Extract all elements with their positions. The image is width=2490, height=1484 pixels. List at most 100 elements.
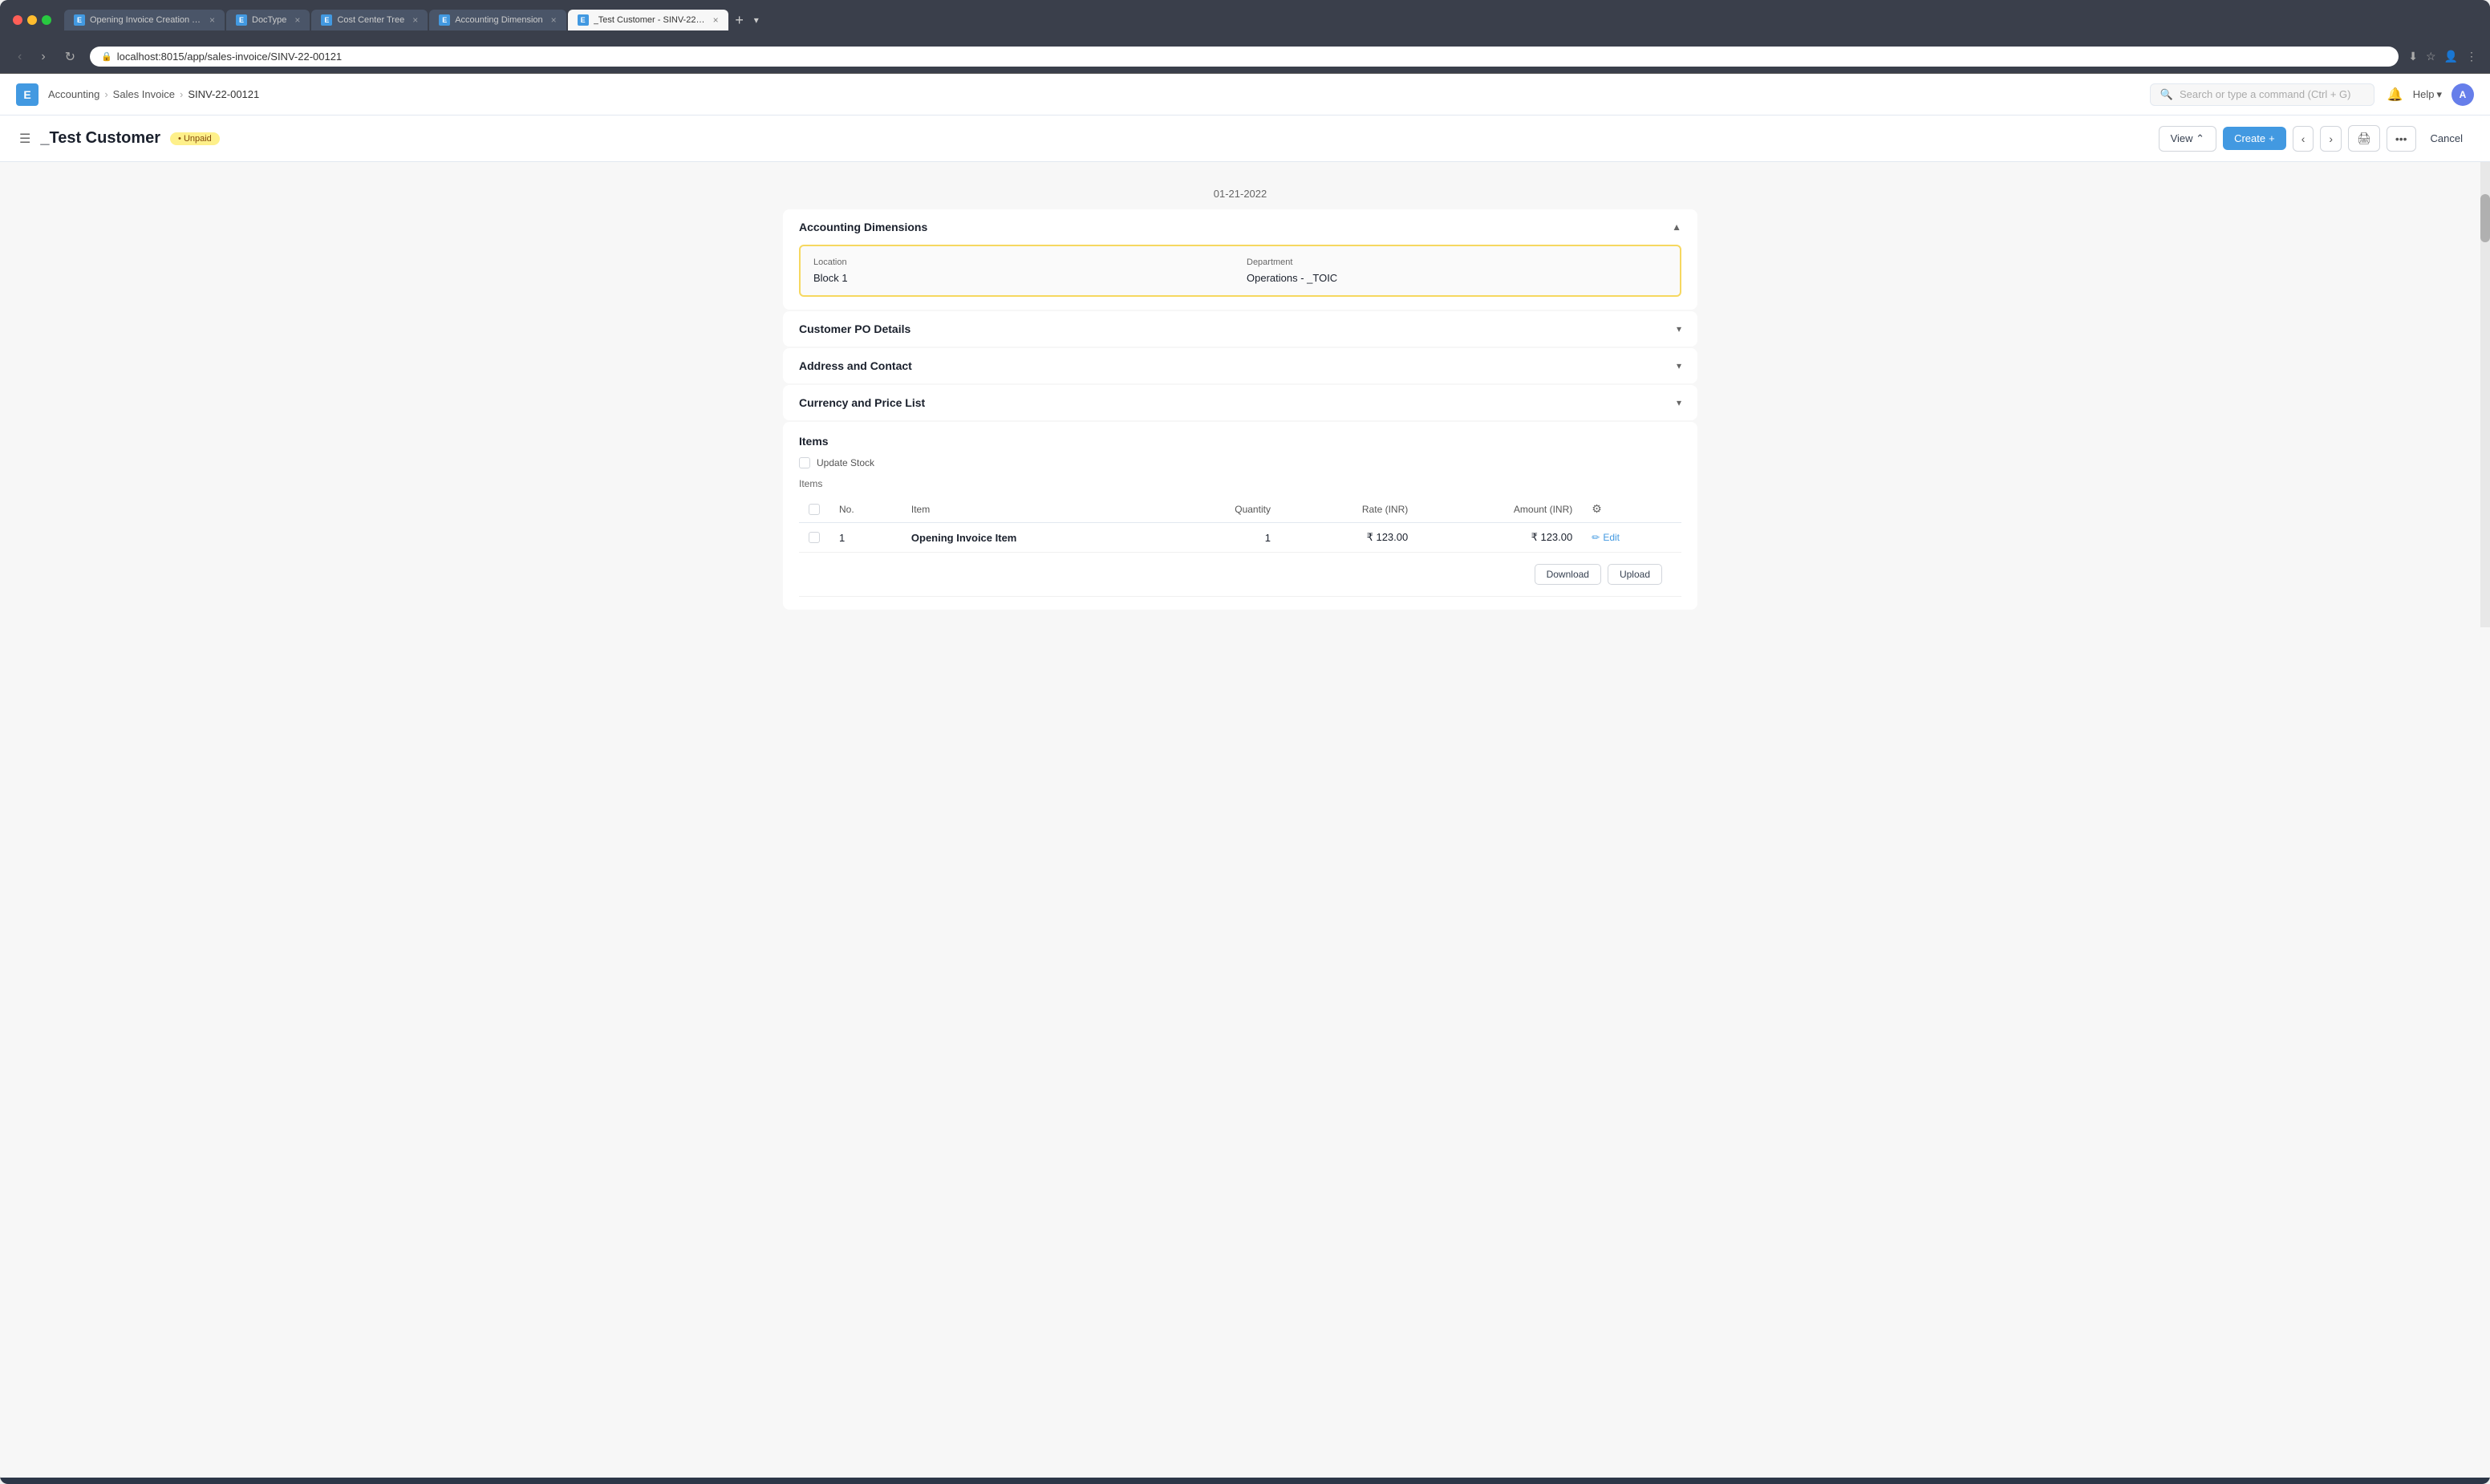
row-checkbox-cell [799,523,829,553]
row-checkbox[interactable] [809,532,820,543]
tab-test-customer[interactable]: E _Test Customer - SINV-22-00 × [568,10,728,30]
create-button[interactable]: Create + [2223,127,2286,150]
update-stock-label: Update Stock [817,457,874,468]
download-upload-cell: Download Upload [799,553,1681,597]
prev-button[interactable]: ‹ [2293,126,2314,152]
tab-close-3[interactable]: × [551,14,557,26]
new-tab-button[interactable]: + [730,10,749,30]
col-rate: Rate (INR) [1280,496,1417,523]
accounting-dimensions-title: Accounting Dimensions [799,221,927,233]
edit-label: Edit [1603,532,1620,543]
breadcrumb-accounting[interactable]: Accounting [48,88,99,100]
notification-button[interactable]: 🔔 [2387,87,2403,103]
address-contact-toggle[interactable]: ▾ [1677,360,1681,371]
breadcrumb-current: SINV-22-00121 [188,88,259,100]
more-options-button[interactable]: ••• [2387,126,2416,152]
breadcrumb-sep-2: › [180,88,183,100]
items-table: No. Item Quantity Rate (INR) Amount (INR… [799,496,1681,597]
header-actions: View ⌃ Create + ‹ › 🖨 ••• Cancel [2159,125,2471,152]
customer-po-section: Customer PO Details ▾ [783,311,1697,347]
lock-icon: 🔒 [101,51,112,62]
location-value: Block 1 [813,272,1234,284]
date-display: 01-21-2022 [783,178,1697,209]
search-icon: 🔍 [2160,88,2173,101]
tab-icon-2: E [321,14,332,26]
view-button[interactable]: View ⌃ [2159,126,2216,152]
url-text: localhost:8015/app/sales-invoice/SINV-22… [117,51,342,63]
profile-icon[interactable]: 👤 [2444,50,2458,63]
tab-label-3: Accounting Dimension [455,15,542,25]
customer-po-header[interactable]: Customer PO Details ▾ [783,311,1697,347]
tab-accounting-dimension[interactable]: E Accounting Dimension × [429,10,566,30]
app-logo[interactable]: E [16,83,39,106]
avatar[interactable]: A [2451,83,2474,106]
back-button[interactable]: ‹ [13,48,26,66]
app-topnav: E Accounting › Sales Invoice › SINV-22-0… [0,74,2490,116]
currency-price-title: Currency and Price List [799,396,925,409]
department-field: Department Operations - _TOIC [1247,257,1667,284]
tab-doctype[interactable]: E DocType × [226,10,310,30]
row-amount: ₹ 123.00 [1417,523,1582,553]
hamburger-icon[interactable]: ☰ [19,131,30,147]
reload-button[interactable]: ↻ [60,47,80,67]
tab-close-2[interactable]: × [412,14,418,26]
address-contact-section: Address and Contact ▾ [783,348,1697,383]
customer-po-toggle[interactable]: ▾ [1677,323,1681,335]
col-quantity: Quantity [1164,496,1280,523]
address-contact-header[interactable]: Address and Contact ▾ [783,348,1697,383]
department-label: Department [1247,257,1667,267]
update-stock-checkbox[interactable] [799,457,810,468]
row-actions-container: Download Upload [809,561,1672,588]
download-button[interactable]: Download [1535,564,1601,585]
menu-icon[interactable]: ⋮ [2466,50,2477,63]
tab-icon-3: E [439,14,450,26]
tabs-chevron[interactable]: ▾ [754,14,759,26]
tab-close-4[interactable]: × [713,14,719,26]
select-all-checkbox[interactable] [809,504,820,515]
tab-opening-invoice[interactable]: E Opening Invoice Creation Tool × [64,10,225,30]
close-button[interactable] [13,15,22,25]
upload-button[interactable]: Upload [1608,564,1662,585]
create-chevron-icon: + [2269,132,2275,144]
download-icon[interactable]: ⬇ [2408,50,2418,63]
currency-price-section: Currency and Price List ▾ [783,385,1697,420]
tabs-bar: E Opening Invoice Creation Tool × E DocT… [64,10,2477,30]
forward-button[interactable]: › [36,48,50,66]
edit-link[interactable]: ✏ Edit [1592,532,1672,543]
tab-close-1[interactable]: × [294,14,300,26]
tab-cost-center[interactable]: E Cost Center Tree × [311,10,428,30]
help-button[interactable]: Help ▾ [2413,88,2442,101]
currency-price-header[interactable]: Currency and Price List ▾ [783,385,1697,420]
breadcrumb: Accounting › Sales Invoice › SINV-22-001… [48,88,259,100]
breadcrumb-sales-invoice[interactable]: Sales Invoice [113,88,175,100]
next-button[interactable]: › [2320,126,2342,152]
scrollbar-thumb[interactable] [2480,194,2490,242]
search-bar[interactable]: 🔍 Search or type a command (Ctrl + G) [2150,83,2374,106]
url-bar[interactable]: 🔒 localhost:8015/app/sales-invoice/SINV-… [90,47,2399,67]
scrollbar-track[interactable] [2480,162,2490,627]
minimize-button[interactable] [27,15,37,25]
tab-label-4: _Test Customer - SINV-22-00 [594,15,705,25]
status-text: Unpaid [184,134,212,144]
currency-price-toggle[interactable]: ▾ [1677,397,1681,408]
update-stock-row: Update Stock [799,457,1681,468]
help-chevron-icon: ▾ [2436,88,2442,101]
row-actions-cell: ✏ Edit [1582,523,1681,553]
maximize-button[interactable] [42,15,51,25]
view-label: View [2171,132,2193,144]
create-label: Create [2234,132,2265,144]
tab-close-0[interactable]: × [209,14,215,26]
bookmark-icon[interactable]: ☆ [2426,50,2436,63]
col-item: Item [902,496,1164,523]
cancel-button[interactable]: Cancel [2423,127,2471,150]
customer-po-title: Customer PO Details [799,322,910,335]
tab-icon-0: E [74,14,85,26]
col-checkbox [799,496,829,523]
tab-icon-1: E [236,14,247,26]
location-field: Location Block 1 [813,257,1234,284]
tab-icon-4: E [578,14,589,26]
accounting-dimensions-header[interactable]: Accounting Dimensions ▲ [783,209,1697,245]
table-settings-icon[interactable]: ⚙ [1592,502,1602,515]
accounting-dimensions-toggle[interactable]: ▲ [1672,221,1681,233]
print-button[interactable]: 🖨 [2348,125,2380,152]
